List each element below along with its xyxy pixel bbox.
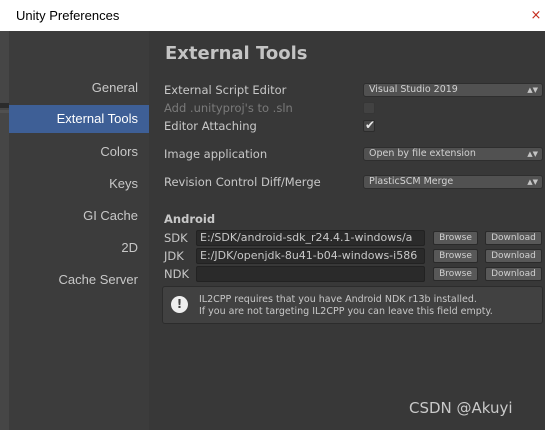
checkmark-icon: ✔: [365, 118, 376, 132]
window-titlebar: Unity Preferences ×: [0, 0, 545, 31]
external-script-editor-label: External Script Editor: [164, 83, 287, 97]
revision-control-label: Revision Control Diff/Merge: [164, 175, 321, 189]
sidebar-item-2d[interactable]: 2D: [9, 234, 149, 262]
sidebar-item-colors[interactable]: Colors: [9, 138, 149, 166]
sidebar-item-cache-server[interactable]: Cache Server: [9, 266, 149, 294]
ndk-label: NDK: [164, 267, 189, 281]
editor-attaching-label: Editor Attaching: [164, 119, 257, 133]
window-title: Unity Preferences: [16, 8, 120, 23]
sdk-browse-button[interactable]: Browse: [433, 231, 478, 245]
help-text-line: IL2CPP requires that you have Android ND…: [199, 294, 477, 305]
sidebar-item-gi-cache[interactable]: GI Cache: [9, 202, 149, 230]
dropdown-value: PlasticSCM Merge: [369, 176, 454, 187]
ndk-path-field[interactable]: [196, 266, 425, 282]
il2cpp-help-box: ! IL2CPP requires that you have Android …: [162, 286, 543, 324]
ndk-browse-button[interactable]: Browse: [433, 267, 478, 281]
external-script-editor-dropdown[interactable]: Visual Studio 2019 ▲▼: [363, 83, 543, 97]
editor-attaching-checkbox[interactable]: ✔: [363, 118, 376, 132]
jdk-download-button[interactable]: Download: [485, 249, 542, 263]
add-unityproj-label: Add .unityproj's to .sln: [164, 101, 293, 115]
page-title: External Tools: [165, 43, 308, 64]
dropdown-arrows-icon: ▲▼: [527, 178, 538, 186]
background-window-edge: [0, 31, 9, 430]
background-strip: [0, 110, 9, 113]
add-unityproj-checkbox[interactable]: [363, 102, 375, 114]
jdk-label: JDK: [164, 249, 184, 263]
image-application-label: Image application: [164, 147, 268, 161]
sdk-label: SDK: [164, 231, 188, 245]
sidebar-item-keys[interactable]: Keys: [9, 170, 149, 198]
preferences-content: External Tools External Script Editor Vi…: [149, 31, 545, 430]
sdk-path-field[interactable]: E:/SDK/android-sdk_r24.4.1-windows/a: [196, 230, 425, 246]
revision-control-dropdown[interactable]: PlasticSCM Merge ▲▼: [363, 175, 543, 189]
sidebar-item-external-tools[interactable]: External Tools: [9, 105, 149, 133]
jdk-browse-button[interactable]: Browse: [433, 249, 478, 263]
android-section-title: Android: [164, 212, 216, 226]
sdk-download-button[interactable]: Download: [485, 231, 542, 245]
watermark: CSDN @Akuyi: [409, 399, 513, 417]
warning-icon: !: [171, 296, 188, 313]
dropdown-arrows-icon: ▲▼: [527, 86, 538, 94]
jdk-path-field[interactable]: E:/JDK/openjdk-8u41-b04-windows-i586: [196, 248, 425, 264]
ndk-download-button[interactable]: Download: [485, 267, 542, 281]
dropdown-value: Open by file extension: [369, 148, 476, 159]
dropdown-arrows-icon: ▲▼: [527, 150, 538, 158]
sidebar-item-general[interactable]: General: [9, 74, 149, 102]
preferences-sidebar: General External Tools Colors Keys GI Ca…: [9, 31, 149, 430]
close-icon[interactable]: ×: [527, 7, 545, 25]
dropdown-value: Visual Studio 2019: [369, 84, 458, 95]
image-application-dropdown[interactable]: Open by file extension ▲▼: [363, 147, 543, 161]
help-text-line: If you are not targeting IL2CPP you can …: [199, 306, 493, 317]
background-strip: [0, 103, 9, 108]
